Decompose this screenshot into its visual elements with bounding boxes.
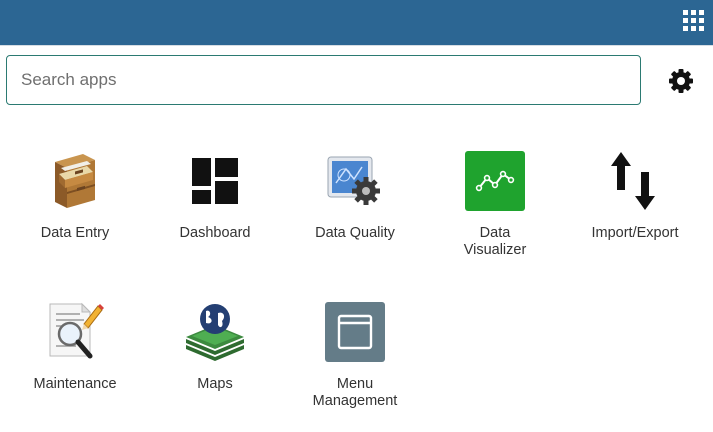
app-data-quality[interactable]: Data Quality <box>290 149 420 242</box>
line-chart-icon <box>465 151 525 211</box>
globe-layers-icon <box>186 304 244 361</box>
app-label: Import/Export <box>591 225 679 241</box>
app-data-entry[interactable]: Data Entry <box>10 149 140 242</box>
app-label: Dashboard <box>179 225 251 241</box>
settings-button[interactable] <box>667 67 695 95</box>
app-label: Maintenance <box>33 376 117 392</box>
apps-grid-icon[interactable] <box>683 10 704 31</box>
window-icon <box>325 302 385 362</box>
app-import-export[interactable]: Import/Export <box>570 149 700 242</box>
document-magnifier-icon <box>49 302 104 359</box>
gear-icon <box>669 69 693 93</box>
file-cabinet-icon <box>55 154 95 208</box>
blueprint-gear-icon <box>327 156 380 205</box>
app-label: Menu Management <box>312 376 398 409</box>
app-data-visualizer[interactable]: Data Visualizer <box>430 149 560 259</box>
app-label: Data Entry <box>40 225 110 241</box>
app-label: Maps <box>197 376 233 392</box>
app-maps[interactable]: Maps <box>150 300 280 393</box>
app-label: Data Quality <box>315 225 395 241</box>
app-menu-management[interactable]: Menu Management <box>290 300 420 410</box>
app-label: Data Visualizer <box>463 225 527 258</box>
app-dashboard[interactable]: Dashboard <box>150 149 280 242</box>
search-input[interactable] <box>6 55 641 105</box>
dashboard-tiles-icon <box>192 158 238 204</box>
app-maintenance[interactable]: Maintenance <box>10 300 140 393</box>
header-bar <box>0 0 713 46</box>
up-down-arrows-icon <box>611 152 655 210</box>
